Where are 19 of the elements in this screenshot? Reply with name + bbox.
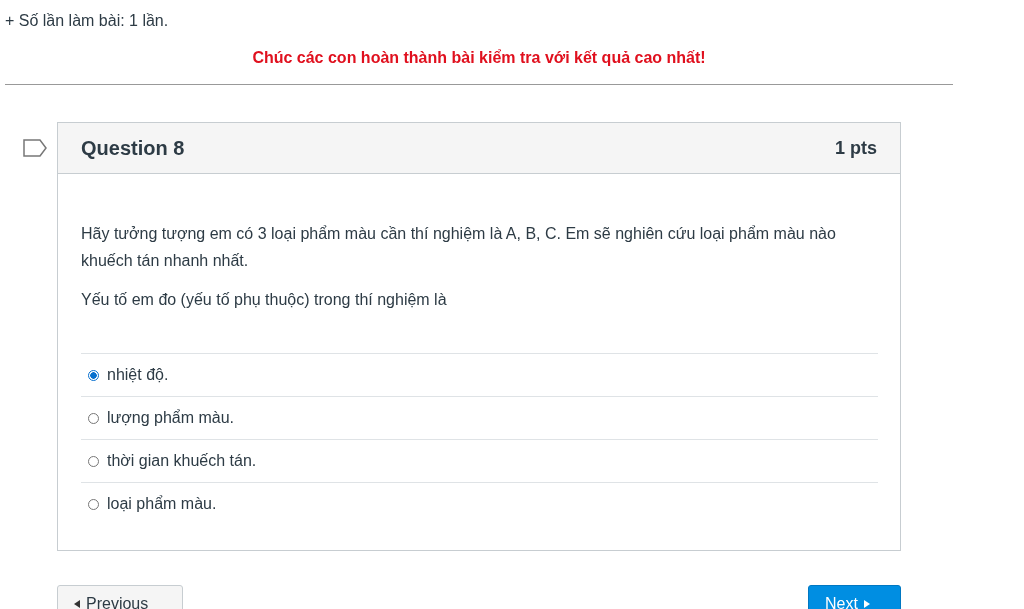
bookmark-icon[interactable] xyxy=(23,139,47,157)
next-button[interactable]: Next xyxy=(808,585,901,609)
question-text: Hãy tưởng tượng em có 3 loại phẩm màu cần thí nghiệm là A, B, C. Em sẽ nghiên cứu loại phẩm màu nào khuếch tán nhanh nhất. xyxy=(81,224,837,271)
answer-label[interactable]: loại phẩm màu. xyxy=(107,495,217,513)
question-text: Yếu tố em đo (yếu tố phụ thuộc) trong thí nghiệm là xyxy=(81,290,448,310)
answer-label[interactable]: nhiệt độ. xyxy=(107,366,169,384)
attempts-note: + Số lần làm bài: 1 lần. xyxy=(4,11,170,30)
caret-right-icon xyxy=(863,600,870,608)
points-label: 1 pts xyxy=(835,137,877,159)
radio-button[interactable] xyxy=(88,369,99,381)
answer-label[interactable]: lượng phẩm màu. xyxy=(107,409,235,427)
caret-left-icon xyxy=(74,600,80,608)
previous-button[interactable]: Previous xyxy=(57,585,183,609)
radio-button[interactable] xyxy=(88,412,99,424)
question-title: Question 8 xyxy=(81,136,185,160)
answer-label[interactable]: thời gian khuếch tán. xyxy=(107,452,257,470)
greeting-text: Chúc các con hoàn thành bài kiểm tra với kết quả cao nhất! xyxy=(251,49,707,67)
radio-button[interactable] xyxy=(88,498,99,510)
radio-button[interactable] xyxy=(88,455,99,467)
